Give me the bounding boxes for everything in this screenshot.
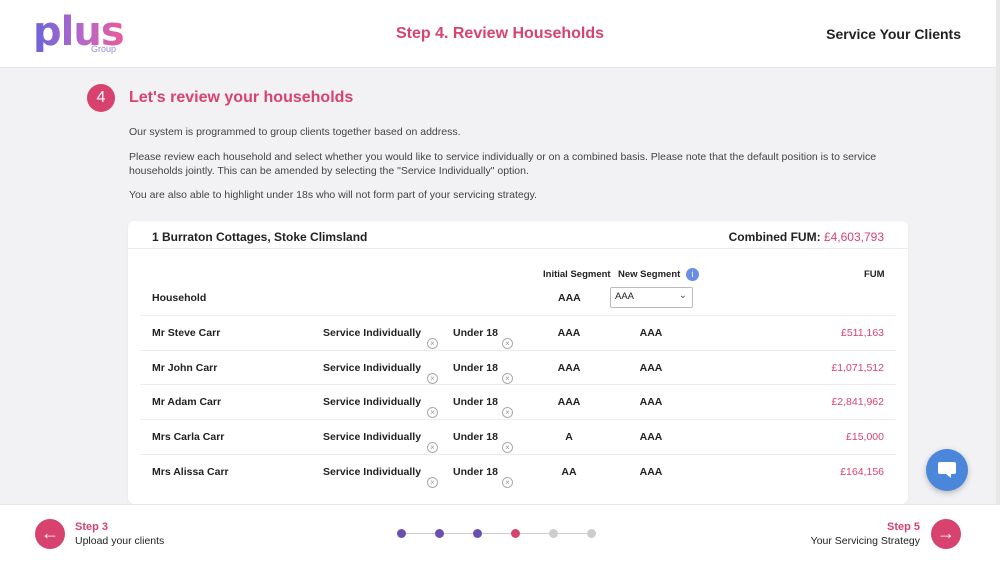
chat-button[interactable] <box>926 449 968 491</box>
header-right-title: Service Your Clients <box>826 26 961 42</box>
header: plus Group Step 4. Review Households Ser… <box>0 0 1000 68</box>
next-step-title[interactable]: Your Servicing Strategy <box>811 535 920 547</box>
under-18-label[interactable]: Under 18 <box>453 327 498 339</box>
combined-fum-value: £4,603,793 <box>823 230 884 244</box>
service-individually-label[interactable]: Service Individually <box>323 466 421 478</box>
arrow-right-icon[interactable]: → <box>931 519 961 549</box>
col-fum: FUM <box>864 269 885 280</box>
under-18-label[interactable]: Under 18 <box>453 431 498 443</box>
table-row: Mr Steve Carr Service Individually × Und… <box>140 315 896 350</box>
table-row: Mr Adam Carr Service Individually × Unde… <box>140 384 896 419</box>
household-initial-segment: AAA <box>558 292 581 304</box>
new-segment: AAA <box>639 396 663 409</box>
col-initial-segment: Initial Segment <box>543 269 611 280</box>
member-fum: £1,071,512 <box>831 361 884 374</box>
member-name: Mrs Carla Carr <box>152 431 225 444</box>
scrollbar[interactable] <box>996 0 1000 562</box>
household-label: Household <box>152 292 207 304</box>
member-name: Mr John Carr <box>152 361 218 374</box>
progress-dot-1 <box>397 529 406 538</box>
under-18-label[interactable]: Under 18 <box>453 396 498 408</box>
progress-dot-6 <box>587 529 596 538</box>
progress-dot-3 <box>473 529 482 538</box>
member-name: Mr Steve Carr <box>152 327 221 339</box>
initial-segment: AAA <box>557 361 581 374</box>
progress-dots <box>397 529 597 539</box>
combined-fum: Combined FUM: £4,603,793 <box>729 230 884 244</box>
footer-nav: ← Step 3 Upload your clients Step 5 Your… <box>0 504 1000 562</box>
service-individually-label[interactable]: Service Individually <box>323 362 421 374</box>
member-name: Mr Adam Carr <box>152 396 222 409</box>
intro-paragraph-3: You are also able to highlight under 18s… <box>129 189 537 201</box>
new-segment: AAA <box>639 431 663 444</box>
new-segment: AAA <box>639 361 663 374</box>
progress-line <box>401 533 593 534</box>
combined-fum-label: Combined FUM: <box>728 230 821 244</box>
progress-dot-4 <box>511 529 520 538</box>
member-fum: £511,163 <box>840 327 884 339</box>
section-title: Let's review your households <box>129 89 354 106</box>
next-step-label[interactable]: Step 5 <box>887 521 920 533</box>
member-fum: £164,156 <box>840 465 884 478</box>
initial-segment: AAA <box>557 327 581 339</box>
intro-paragraph-2: Please review each household and select … <box>129 151 877 177</box>
step-number-badge: 4 <box>87 84 115 112</box>
select-value: AAA <box>615 291 635 302</box>
logo-subtext: Group <box>91 44 117 54</box>
under-18-label[interactable]: Under 18 <box>453 362 498 374</box>
info-icon[interactable]: i <box>686 268 699 281</box>
under-18-label[interactable]: Under 18 <box>453 466 498 478</box>
service-individually-label[interactable]: Service Individually <box>323 396 421 408</box>
chevron-down-icon: ⌄ <box>678 290 687 301</box>
arrow-left-icon[interactable]: ← <box>35 519 65 549</box>
member-name: Mrs Alissa Carr <box>152 465 229 478</box>
household-card-header: 1 Burraton Cottages, Stoke Climsland Com… <box>128 221 908 249</box>
initial-segment: A <box>565 431 573 444</box>
intro-paragraph-1: Our system is programmed to group client… <box>129 126 461 138</box>
initial-segment: AA <box>561 465 577 478</box>
col-new-segment: New Segment <box>618 269 681 280</box>
chat-bubble-icon <box>938 462 956 478</box>
progress-dot-5 <box>549 529 558 538</box>
member-fum: £2,841,962 <box>831 396 884 409</box>
service-individually-label[interactable]: Service Individually <box>323 431 421 443</box>
member-fum: £15,000 <box>846 431 884 444</box>
new-segment: AAA <box>639 465 663 478</box>
household-address: 1 Burraton Cottages, Stoke Climsland <box>152 230 368 244</box>
service-individually-label[interactable]: Service Individually <box>323 327 421 339</box>
table-row: Mr John Carr Service Individually × Unde… <box>140 349 896 385</box>
household-new-segment-select[interactable]: AAA ⌄ <box>610 287 693 308</box>
table-row: Mrs Carla Carr Service Individually × Un… <box>140 419 896 454</box>
progress-dot-2 <box>435 529 444 538</box>
prev-step-label[interactable]: Step 3 <box>75 521 108 533</box>
prev-step-title[interactable]: Upload your clients <box>75 535 164 547</box>
new-segment: AAA <box>639 327 663 339</box>
member-rows: Mr Steve Carr Service Individually × Und… <box>140 315 896 488</box>
initial-segment: AAA <box>557 396 581 409</box>
table-row: Mrs Alissa Carr Service Individually × U… <box>140 453 896 489</box>
